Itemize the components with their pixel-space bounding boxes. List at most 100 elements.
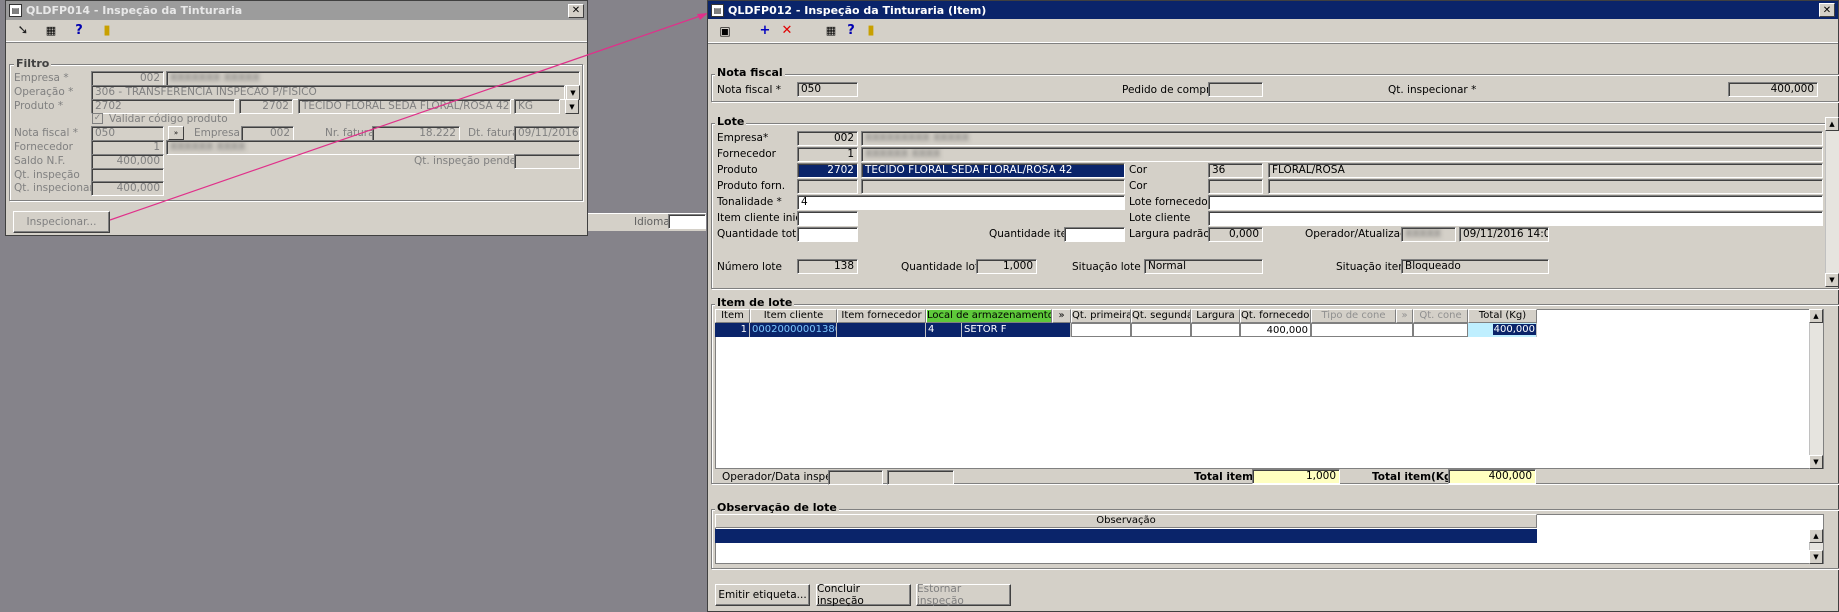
- datahora-field[interactable]: 09/11/2016 14:02:50: [1459, 227, 1549, 242]
- cell-qtcone[interactable]: [1413, 323, 1468, 337]
- col-qtcone[interactable]: Qt. cone: [1413, 309, 1468, 323]
- totalitem-label: Total item: [1194, 471, 1254, 483]
- totalitem-field[interactable]: 1,000: [1252, 469, 1340, 484]
- col-local[interactable]: Local de armazenamento: [926, 309, 1052, 323]
- numlote-label: Número lote: [717, 261, 782, 273]
- lotefornecedor-label: Lote fornecedor: [1129, 196, 1213, 208]
- estornar-inspecao-button[interactable]: Estornar inspeção: [916, 583, 1011, 607]
- lotecliente-label: Lote cliente: [1129, 212, 1191, 224]
- cor-desc-field[interactable]: FLORAL/ROSA: [1268, 163, 1823, 178]
- col-qtsegunda[interactable]: Qt. segunda: [1131, 309, 1191, 323]
- totalkg-label: Total item(Kg): [1372, 471, 1457, 483]
- tonalidade-field[interactable]: 4: [797, 195, 1125, 210]
- qtdlote-label: Quantidade lote: [901, 261, 986, 273]
- numlote-field[interactable]: 138: [797, 259, 858, 274]
- sitlote-field[interactable]: Normal: [1144, 259, 1263, 274]
- fornecedor-nome-text: XXXXXX XXXX: [865, 148, 941, 160]
- produto-desc-field[interactable]: TECIDO FLORAL SEDA FLORAL/ROSA 42: [861, 163, 1125, 178]
- delete-icon[interactable]: ✕: [778, 22, 796, 40]
- qtdtotal-field[interactable]: [797, 227, 858, 242]
- nf-field[interactable]: 050: [797, 82, 858, 97]
- qtditem-field[interactable]: [1064, 227, 1125, 242]
- col-total[interactable]: Total (Kg): [1468, 309, 1537, 323]
- door-icon[interactable]: ▮: [862, 22, 880, 40]
- sititem-label: Situação item: [1336, 261, 1409, 273]
- add-icon[interactable]: +: [756, 22, 774, 40]
- opdata-data-field[interactable]: [887, 470, 954, 485]
- cell-tipocone[interactable]: [1311, 323, 1413, 337]
- totalkg-field[interactable]: 400,000: [1448, 469, 1536, 484]
- pedido-label: Pedido de compra: [1122, 84, 1217, 96]
- cell-qtsegunda[interactable]: [1131, 323, 1191, 337]
- col-observacao[interactable]: Observação: [715, 514, 1537, 528]
- empresa-nome-field[interactable]: XXXXXXXXX XXXXX: [861, 131, 1823, 146]
- qtinsp-field[interactable]: 400,000: [1728, 82, 1818, 97]
- lotecliente-field[interactable]: [1208, 211, 1823, 226]
- col-itemcliente[interactable]: Item cliente: [750, 309, 837, 323]
- cell-qtfornecedor[interactable]: 400,000: [1240, 323, 1311, 337]
- scroll-up-icon[interactable]: ▲: [1809, 529, 1823, 543]
- cell-item[interactable]: 1: [715, 323, 750, 337]
- scroll-up-icon[interactable]: ▲: [1825, 117, 1839, 131]
- cell-itemcliente[interactable]: 0002000000138000: [750, 323, 837, 337]
- grid-scrollbar[interactable]: [1809, 309, 1823, 469]
- cell-local[interactable]: SETOR F: [962, 323, 1071, 337]
- toolbar: ▣ + ✕ ▦ ? ▮: [708, 19, 1838, 43]
- lote-scrollbar[interactable]: [1825, 117, 1839, 287]
- fornecedor-nome-field[interactable]: XXXXXX XXXX: [861, 147, 1823, 162]
- cell-largura[interactable]: [1191, 323, 1240, 337]
- lotefornecedor-field[interactable]: [1208, 195, 1823, 210]
- cell-itemfornecedor[interactable]: [837, 323, 926, 337]
- produtoforn-desc-field[interactable]: [861, 179, 1125, 194]
- close-icon[interactable]: ✕: [1819, 3, 1835, 17]
- pedido-field[interactable]: [1208, 82, 1263, 97]
- produto-field[interactable]: 2702: [797, 163, 858, 178]
- qtdlote-field[interactable]: 1,000: [976, 259, 1037, 274]
- cor-label: Cor: [1129, 164, 1148, 176]
- obs-group-title: Observação de lote: [715, 501, 839, 514]
- operador-field[interactable]: XXXXX: [1401, 227, 1456, 242]
- tonalidade-label: Tonalidade *: [717, 196, 782, 208]
- col-largura[interactable]: Largura: [1191, 309, 1240, 323]
- cell-qtprimeira[interactable]: [1071, 323, 1131, 337]
- col-tipocone[interactable]: Tipo de cone: [1311, 309, 1396, 323]
- obs-row-selected[interactable]: [715, 529, 1537, 543]
- scroll-up-icon[interactable]: ▲: [1809, 309, 1823, 323]
- sititem-field[interactable]: Bloqueado: [1401, 259, 1549, 274]
- qtdtotal-label: Quantidade total: [717, 228, 806, 240]
- produtoforn-field[interactable]: [797, 179, 858, 194]
- col-itemfornecedor[interactable]: Item fornecedor: [837, 309, 926, 323]
- nf-group: [711, 74, 1839, 102]
- window-titlebar[interactable]: ▤ QLDFP012 - Inspeção da Tinturaria (Ite…: [708, 1, 1838, 19]
- scroll-down-icon[interactable]: ▼: [1825, 273, 1839, 287]
- scroll-down-icon[interactable]: ▼: [1809, 455, 1823, 469]
- itemcliente-field[interactable]: [797, 211, 858, 226]
- emitir-etiqueta-button[interactable]: Emitir etiqueta...: [715, 584, 810, 606]
- cor2-desc-field[interactable]: [1268, 179, 1823, 194]
- cor2-field[interactable]: [1208, 179, 1263, 194]
- fornecedor-label: Fornecedor: [717, 148, 776, 160]
- col-qtfornecedor[interactable]: Qt. fornecedor: [1240, 309, 1311, 323]
- cor2-label: Cor: [1129, 180, 1148, 192]
- calendar-icon[interactable]: ▦: [822, 22, 840, 40]
- lote-group-title: Lote: [715, 115, 747, 128]
- cell-total-value: 400,000: [1492, 324, 1536, 335]
- concluir-inspecao-button[interactable]: Concluir inspeção: [816, 583, 911, 607]
- cor-field[interactable]: 36: [1208, 163, 1263, 178]
- scroll-down-icon[interactable]: ▼: [1809, 550, 1823, 564]
- help-icon[interactable]: ?: [842, 22, 860, 40]
- fornecedor-field[interactable]: 1: [797, 147, 858, 162]
- col-local-lookup[interactable]: »: [1052, 309, 1071, 323]
- empresa-field[interactable]: 002: [797, 131, 858, 146]
- col-tipocone-lookup[interactable]: »: [1396, 309, 1413, 323]
- cell-local-cod[interactable]: 4: [926, 323, 962, 337]
- col-item[interactable]: Item: [715, 309, 750, 323]
- largura-field[interactable]: 0,000: [1208, 227, 1263, 242]
- cell-total[interactable]: 400,000: [1468, 323, 1537, 337]
- save-icon[interactable]: ▣: [716, 22, 734, 40]
- col-qtprimeira[interactable]: Qt. primeira: [1071, 309, 1131, 323]
- table-row[interactable]: 1 0002000000138000 4 SETOR F 400,000 400…: [715, 323, 1537, 337]
- inspecao-item-window: ▤ QLDFP012 - Inspeção da Tinturaria (Ite…: [707, 0, 1839, 612]
- app-icon: ▤: [711, 3, 724, 17]
- opdata-operador-field[interactable]: [828, 470, 883, 485]
